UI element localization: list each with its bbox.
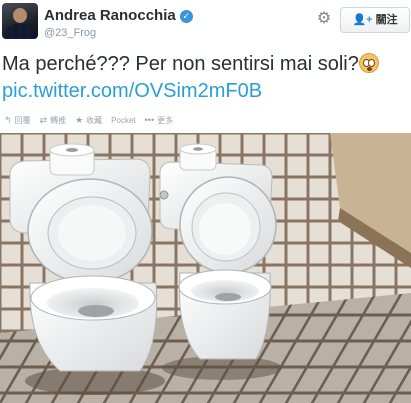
tweet-actions: ↰ 回覆 ⇄ 轉推 ★ 收藏 Pocket ••• 更多 bbox=[4, 113, 182, 127]
avatar-shirt bbox=[6, 24, 34, 39]
gear-icon[interactable]: ⚙ bbox=[316, 11, 332, 27]
tweet-text-content: Ma perché??? Per non sentirsi mai soli? bbox=[2, 53, 359, 75]
reply-icon: ↰ bbox=[4, 114, 12, 125]
tweet-header: Andrea Ranocchia ✓ @23_Frog ⚙ 👤+ 關注 bbox=[0, 0, 411, 46]
follow-button[interactable]: 👤+ 關注 bbox=[340, 7, 410, 33]
avatar[interactable] bbox=[2, 3, 38, 39]
reply-action[interactable]: ↰ 回覆 bbox=[4, 115, 31, 126]
star-icon: ★ bbox=[75, 114, 84, 125]
more-label: 更多 bbox=[157, 115, 174, 125]
tweet-text: Ma perché??? Per non sentirsi mai soli? bbox=[2, 52, 407, 77]
pocket-label: Pocket bbox=[111, 115, 136, 125]
more-icon: ••• bbox=[144, 115, 155, 125]
user-name[interactable]: Andrea Ranocchia ✓ bbox=[44, 7, 193, 24]
avatar-head bbox=[13, 8, 27, 23]
verified-badge-icon: ✓ bbox=[179, 10, 193, 23]
pocket-action[interactable]: Pocket bbox=[111, 116, 135, 125]
user-handle[interactable]: @23_Frog bbox=[44, 27, 96, 39]
favorite-label: 收藏 bbox=[86, 115, 103, 125]
retweet-icon: ⇄ bbox=[39, 114, 48, 125]
tweet-photo[interactable] bbox=[0, 133, 411, 403]
toilets-photo bbox=[0, 133, 411, 403]
tweet-pic-link[interactable]: pic.twitter.com/OVSim2mF0B bbox=[2, 80, 262, 103]
follow-plus-icon: 👤+ bbox=[352, 14, 373, 26]
user-name-text: Andrea Ranocchia bbox=[44, 7, 176, 24]
follow-label: 關注 bbox=[375, 14, 398, 26]
reply-label: 回覆 bbox=[14, 115, 31, 125]
retweet-label: 轉推 bbox=[50, 115, 67, 125]
flushed-face-emoji bbox=[358, 53, 379, 73]
more-action[interactable]: ••• 更多 bbox=[145, 115, 173, 126]
favorite-action[interactable]: ★ 收藏 bbox=[75, 115, 102, 126]
retweet-action[interactable]: ⇄ 轉推 bbox=[40, 115, 67, 126]
